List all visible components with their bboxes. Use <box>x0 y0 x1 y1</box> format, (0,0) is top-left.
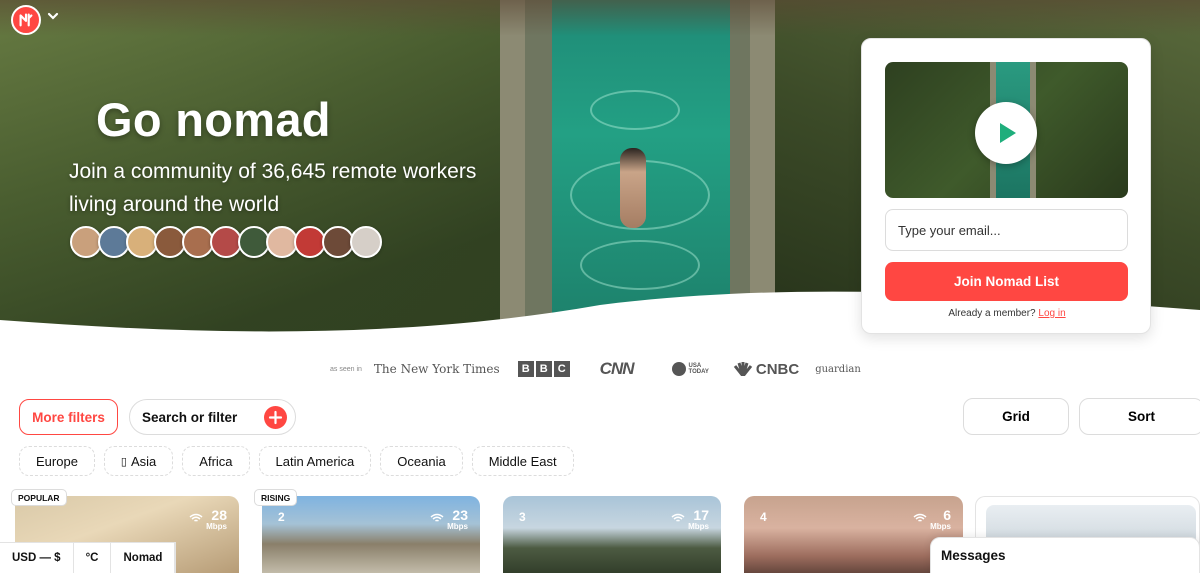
signup-card: Join Nomad List Already a member? Log in <box>861 38 1151 334</box>
page: Go nomad Join a community of 36,645 remo… <box>0 0 1200 573</box>
wifi-icon <box>913 513 927 522</box>
press-logos: as seen in The New York Times BBC CNN US… <box>330 358 861 380</box>
region-latin-america[interactable]: Latin America <box>258 446 372 476</box>
nyt-logo: The New York Times <box>373 362 500 376</box>
usa-today-logo: USA TODAY <box>671 362 709 376</box>
city-rank: 3 <box>519 510 526 524</box>
as-seen-in-label: as seen in <box>330 365 362 373</box>
city-card[interactable]: 2 23 Mbps <box>262 496 480 573</box>
temperature-toggle[interactable]: °C <box>74 543 112 573</box>
chevron-down-icon[interactable] <box>46 9 60 23</box>
internet-speed: 23 Mbps <box>447 507 468 531</box>
play-icon[interactable] <box>975 102 1037 164</box>
popular-badge: POPULAR <box>11 489 67 506</box>
join-button[interactable]: Join Nomad List <box>885 262 1128 301</box>
email-field[interactable] <box>885 209 1128 251</box>
region-filters: Europe ▯ Asia Africa Latin America Ocean… <box>19 446 574 476</box>
region-asia[interactable]: ▯ Asia <box>103 446 174 476</box>
intro-video[interactable] <box>885 62 1128 198</box>
member-prompt: Already a member? Log in <box>862 308 1152 319</box>
guardian-logo: guardian <box>815 363 861 375</box>
cnbc-logo: CNBC <box>733 361 799 378</box>
search-input[interactable]: Search or filter <box>129 399 296 435</box>
wifi-icon <box>189 513 203 522</box>
region-europe[interactable]: Europe <box>19 446 95 476</box>
nomad-list-logo[interactable] <box>11 5 41 35</box>
rising-badge: RISING <box>254 489 298 506</box>
region-middle-east[interactable]: Middle East <box>471 446 574 476</box>
hero-title: Go nomad <box>96 93 331 146</box>
avatar[interactable] <box>350 226 382 258</box>
currency-selector[interactable]: USD — $ <box>0 543 74 573</box>
city-rank: 4 <box>760 510 767 524</box>
city-card[interactable]: 3 17 Mbps <box>503 496 721 573</box>
bbc-logo: BBC <box>517 361 570 377</box>
region-oceania[interactable]: Oceania <box>380 446 463 476</box>
cnn-logo: CNN <box>599 359 635 378</box>
mode-selector[interactable]: Nomad <box>111 543 176 573</box>
region-africa[interactable]: Africa <box>182 446 250 476</box>
wifi-icon <box>430 513 444 522</box>
grid-view-button[interactable]: Grid <box>963 398 1069 435</box>
login-link[interactable]: Log in <box>1038 308 1065 319</box>
hero-subtitle: Join a community of 36,645 remote worker… <box>69 160 477 216</box>
wifi-icon <box>671 513 685 522</box>
asia-icon: ▯ <box>120 455 127 468</box>
swimmer <box>620 148 646 228</box>
internet-speed: 6 Mbps <box>930 507 951 531</box>
member-text: Already a member? <box>948 308 1036 319</box>
search-label: Search or filter <box>142 409 238 425</box>
more-filters-button[interactable]: More filters <box>19 399 118 435</box>
sort-button[interactable]: Sort <box>1079 398 1200 435</box>
messages-panel[interactable]: Messages <box>930 537 1200 573</box>
plus-icon[interactable] <box>264 406 287 429</box>
city-rank: 2 <box>278 510 285 524</box>
member-avatars <box>70 226 382 258</box>
internet-speed: 17 Mbps <box>688 507 709 531</box>
internet-speed: 28 Mbps <box>206 507 227 531</box>
settings-bar: USD — $ °C Nomad <box>0 542 177 573</box>
